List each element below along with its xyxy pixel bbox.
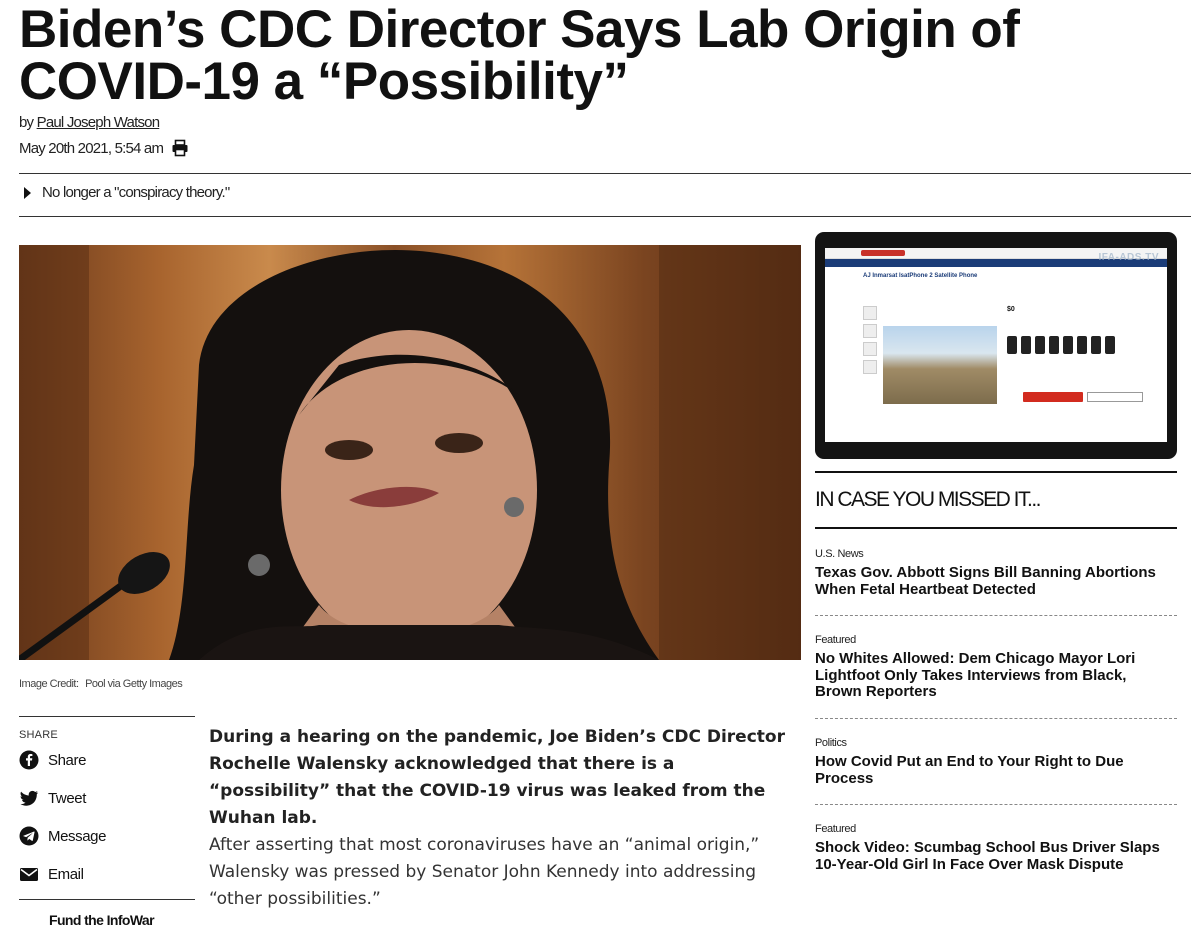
divider [815, 804, 1177, 805]
sidebar-section-title: IN CASE YOU MISSED IT... [815, 488, 1042, 511]
email-icon [19, 864, 39, 884]
byline: by Paul Joseph Watson [19, 114, 160, 131]
story-title[interactable]: Shock Video: Scumbag School Bus Driver S… [815, 839, 1177, 873]
ad-screen: AJ Inmarsat IsatPhone 2 Satellite Phone … [825, 248, 1167, 442]
article-headline: Biden’s CDC Director Says Lab Origin of … [19, 0, 1020, 111]
story-category[interactable]: U.S. News [815, 548, 1177, 560]
story-title[interactable]: How Covid Put an End to Your Right to Du… [815, 753, 1177, 787]
ad-checkout [1087, 392, 1143, 402]
ad-site-logo [861, 250, 905, 256]
share-facebook-label: Share [48, 751, 87, 769]
ad-watermark: IFA-ADS.TV [1098, 252, 1159, 263]
sidebar-story[interactable]: U.S. News Texas Gov. Abbott Signs Bill B… [815, 548, 1177, 598]
publish-date: May 20th 2021, 5:54 am [19, 139, 164, 157]
share-telegram-button[interactable]: Message [19, 817, 195, 855]
sidebar-story[interactable]: Politics How Covid Put an End to Your Ri… [815, 737, 1177, 787]
twitter-icon [19, 788, 39, 808]
divider [19, 716, 195, 717]
article-paragraph: After asserting that most coronaviruses … [209, 835, 760, 909]
article-summary: No longer a "conspiracy theory." [42, 184, 230, 201]
ad-thumbnails [863, 306, 877, 378]
share-message-label: Message [48, 827, 107, 845]
share-email-button[interactable]: Email [19, 855, 195, 893]
telegram-icon [19, 826, 39, 846]
image-credit-source: Pool via Getty Images [85, 678, 183, 690]
ad-product-photo [883, 326, 997, 404]
dateline: May 20th 2021, 5:54 am [19, 139, 189, 157]
divider [815, 615, 1177, 616]
ad-product-options [1007, 336, 1147, 354]
image-credit-label: Image Credit: [19, 678, 79, 690]
caret-right-icon [22, 185, 32, 201]
divider [815, 471, 1177, 473]
divider [815, 718, 1177, 719]
ad-product-title: AJ Inmarsat IsatPhone 2 Satellite Phone [863, 273, 978, 279]
article-lead: During a hearing on the pandemic, Joe Bi… [209, 727, 785, 828]
sidebar-story[interactable]: Featured Shock Video: Scumbag School Bus… [815, 823, 1177, 873]
author-link[interactable]: Paul Joseph Watson [37, 114, 160, 131]
hero-image [19, 245, 801, 660]
story-title[interactable]: No Whites Allowed: Dem Chicago Mayor Lor… [815, 650, 1177, 701]
story-category[interactable]: Featured [815, 823, 1177, 835]
share-email-label: Email [48, 865, 84, 883]
share-facebook-button[interactable]: Share [19, 741, 195, 779]
ad-add-to-cart [1023, 392, 1083, 402]
image-credit: Image Credit: Pool via Getty Images [19, 678, 183, 690]
sidebar-story[interactable]: Featured No Whites Allowed: Dem Chicago … [815, 634, 1177, 701]
article-summary-toggle[interactable]: No longer a "conspiracy theory." [22, 184, 230, 201]
story-title[interactable]: Texas Gov. Abbott Signs Bill Banning Abo… [815, 564, 1177, 598]
share-twitter-label: Tweet [48, 789, 87, 807]
story-category[interactable]: Featured [815, 634, 1177, 646]
share-twitter-button[interactable]: Tweet [19, 779, 195, 817]
byline-prefix: by [19, 114, 34, 131]
facebook-icon [19, 750, 39, 770]
sidebar-ad[interactable]: AJ Inmarsat IsatPhone 2 Satellite Phone … [815, 232, 1177, 459]
divider [19, 899, 195, 900]
print-icon[interactable] [171, 139, 189, 157]
ad-price: $0 [1007, 306, 1015, 313]
share-panel: SHARE Share Tweet Message Email Fund the… [19, 716, 195, 928]
fund-infowar-link[interactable]: Fund the InfoWar [49, 912, 195, 928]
story-category[interactable]: Politics [815, 737, 1177, 749]
divider [19, 216, 1191, 217]
divider [19, 173, 1191, 174]
share-title: SHARE [19, 729, 58, 741]
divider [815, 527, 1177, 529]
